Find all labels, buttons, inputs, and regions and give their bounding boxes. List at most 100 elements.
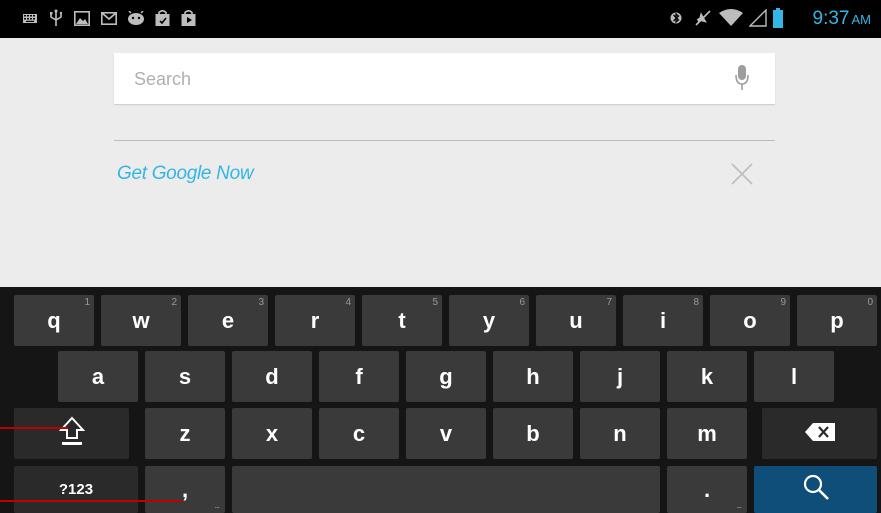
key-v[interactable]: v	[406, 408, 486, 459]
backspace-key[interactable]	[762, 408, 877, 459]
key-g[interactable]: g	[406, 351, 486, 402]
key-label: l	[790, 363, 798, 389]
key-label: p	[830, 307, 844, 333]
key-w[interactable]: w2	[101, 295, 181, 346]
key-label: y	[482, 307, 496, 333]
key-y[interactable]: y6	[449, 295, 529, 346]
gmail-icon	[100, 9, 118, 27]
key-label: r	[310, 307, 320, 333]
on-screen-keyboard: q1 w2 e3 r4 t5 y6 u7 i8 o9 p0 a s d f g …	[0, 287, 881, 513]
key-i[interactable]: i8	[623, 295, 703, 346]
key-label: n	[613, 420, 627, 446]
key-q[interactable]: q1	[14, 295, 94, 346]
key-hint: 4	[345, 297, 351, 308]
key-label: z	[179, 420, 191, 446]
key-label: k	[700, 363, 714, 389]
key-label: .	[703, 476, 711, 502]
key-label: t	[398, 307, 406, 333]
space-key[interactable]	[232, 466, 660, 513]
key-p[interactable]: p0	[797, 295, 877, 346]
key-u[interactable]: u7	[536, 295, 616, 346]
key-x[interactable]: x	[232, 408, 312, 459]
key-l[interactable]: l	[754, 351, 834, 402]
key-label: ,	[181, 476, 189, 502]
period-key[interactable]: ....	[667, 466, 747, 513]
key-label: h	[526, 363, 540, 389]
key-label: x	[265, 420, 279, 446]
key-hint: 5	[432, 297, 438, 308]
mute-icon	[694, 9, 712, 27]
signal-icon	[748, 9, 768, 27]
clock-time: 9:37	[812, 8, 850, 29]
key-f[interactable]: f	[319, 351, 399, 402]
key-k[interactable]: k	[667, 351, 747, 402]
annotation-line-shift	[0, 427, 68, 429]
symbols-key[interactable]: ?123	[14, 466, 138, 513]
battery-icon	[772, 8, 784, 28]
key-hint: 1	[84, 297, 90, 308]
status-bar: 9:37 AM	[0, 0, 881, 38]
key-z[interactable]: z	[145, 408, 225, 459]
key-label: i	[659, 307, 667, 333]
key-d[interactable]: d	[232, 351, 312, 402]
search-icon	[803, 474, 829, 506]
key-h[interactable]: h	[493, 351, 573, 402]
key-label: w	[132, 307, 150, 333]
close-icon[interactable]	[731, 163, 753, 185]
key-hint: 8	[693, 297, 699, 308]
shopping-bag-icon	[153, 9, 171, 27]
key-label: a	[91, 363, 105, 389]
key-hint: 3	[258, 297, 264, 308]
search-input[interactable]	[134, 65, 714, 93]
microphone-icon[interactable]	[735, 65, 749, 91]
key-n[interactable]: n	[580, 408, 660, 459]
key-label: g	[439, 363, 453, 389]
key-hint: ...	[214, 500, 219, 510]
image-icon	[73, 9, 91, 27]
key-label: u	[569, 307, 583, 333]
key-r[interactable]: r4	[275, 295, 355, 346]
android-icon	[127, 9, 145, 27]
key-b[interactable]: b	[493, 408, 573, 459]
key-label: f	[355, 363, 363, 389]
key-a[interactable]: a	[58, 351, 138, 402]
key-label: v	[439, 420, 453, 446]
comma-key[interactable]: ,...	[145, 466, 225, 513]
usb-icon	[47, 9, 65, 27]
key-label: e	[221, 307, 235, 333]
key-hint: ...	[736, 500, 741, 510]
key-c[interactable]: c	[319, 408, 399, 459]
shift-arrow-icon	[58, 416, 85, 452]
key-t[interactable]: t5	[362, 295, 442, 346]
key-e[interactable]: e3	[188, 295, 268, 346]
key-s[interactable]: s	[145, 351, 225, 402]
key-label: b	[526, 420, 540, 446]
key-label: c	[352, 420, 366, 446]
key-hint: 2	[171, 297, 177, 308]
key-hint: 7	[606, 297, 612, 308]
keyboard-icon	[22, 9, 38, 27]
key-j[interactable]: j	[580, 351, 660, 402]
divider	[114, 140, 775, 141]
key-label: d	[265, 363, 279, 389]
search-card	[114, 53, 775, 104]
key-label: j	[616, 363, 624, 389]
clock: 9:37 AM	[813, 8, 871, 30]
play-store-icon	[179, 9, 197, 27]
bluetooth-icon	[669, 9, 683, 27]
key-hint: 9	[780, 297, 786, 308]
backspace-icon	[804, 421, 835, 447]
key-o[interactable]: o9	[710, 295, 790, 346]
key-hint: 0	[867, 297, 873, 308]
key-label: o	[743, 307, 757, 333]
key-hint: 6	[519, 297, 525, 308]
key-label: q	[47, 307, 61, 333]
wifi-icon	[719, 9, 743, 27]
key-m[interactable]: m	[667, 408, 747, 459]
annotation-line-comma	[0, 500, 182, 502]
search-key[interactable]	[754, 466, 877, 513]
key-label: m	[697, 420, 717, 446]
clock-ampm: AM	[851, 12, 872, 27]
get-google-now-link[interactable]: Get Google Now	[117, 163, 254, 185]
shift-key[interactable]	[14, 408, 129, 459]
